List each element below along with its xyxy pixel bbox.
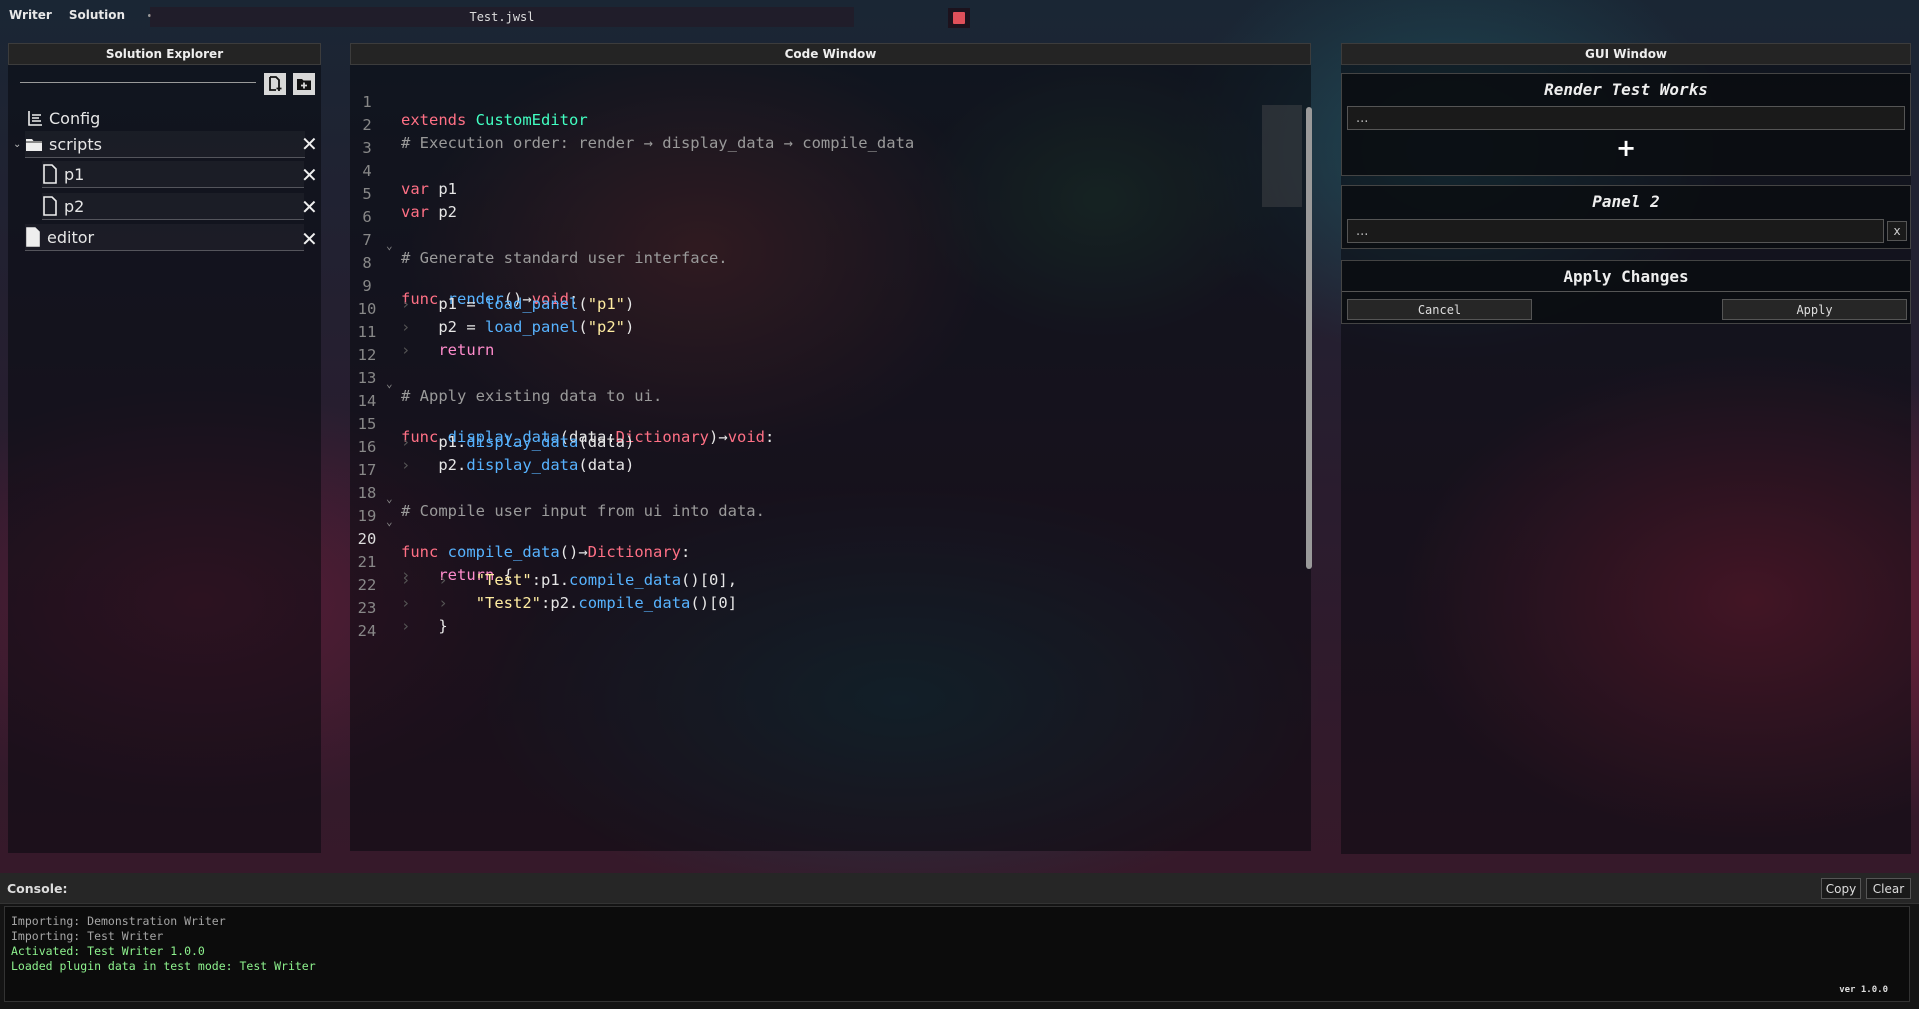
clear-input-button[interactable]: x xyxy=(1887,221,1907,241)
code-line: 21 › › "Test":p1.compile_data()[0], xyxy=(350,535,737,589)
copy-button[interactable]: Copy xyxy=(1821,878,1861,899)
console-panel: Console: Copy Clear Importing: Demonstra… xyxy=(0,873,1919,1009)
panel-title: Panel 2 xyxy=(1592,192,1660,211)
menu-solution[interactable]: Solution xyxy=(69,8,125,22)
explorer-filter-line[interactable] xyxy=(20,82,256,83)
stop-button[interactable] xyxy=(948,8,970,28)
code-line: 13 # Apply existing data to ui. xyxy=(350,351,663,405)
log-line: Loaded plugin data in test mode: Test Wr… xyxy=(11,959,316,973)
new-file-icon xyxy=(269,76,282,91)
tree-item-scripts[interactable]: scripts xyxy=(25,131,305,158)
code-line: 8 ⌄ func render()→void: xyxy=(350,236,578,308)
stop-icon xyxy=(953,12,965,24)
code-line: 24 xyxy=(350,604,406,640)
list-icon xyxy=(28,111,42,126)
solution-explorer-header: Solution Explorer xyxy=(8,43,321,65)
apply-button[interactable]: Apply xyxy=(1722,299,1907,320)
cancel-button[interactable]: Cancel xyxy=(1347,299,1532,320)
fold-chevron-icon[interactable]: ⌄ xyxy=(386,492,393,505)
tree-item-p2[interactable]: p2 xyxy=(42,193,304,220)
code-line: 16 › p2.display_data(data) xyxy=(350,420,635,474)
code-line: 12 xyxy=(350,328,406,364)
file-icon xyxy=(26,227,40,247)
close-icon[interactable]: ✕ xyxy=(301,195,318,219)
fold-chevron-icon[interactable]: ⌄ xyxy=(386,515,393,528)
apply-changes-title: Apply Changes xyxy=(1563,267,1689,286)
chevron-down-icon[interactable]: ⌄ xyxy=(13,139,21,150)
close-icon[interactable]: ✕ xyxy=(301,132,318,156)
code-line: 18 # Compile user input from ui into dat… xyxy=(350,466,765,520)
fold-chevron-icon[interactable]: ⌄ xyxy=(386,239,393,252)
code-line: 9 › p1 = load_panel("p1") xyxy=(350,259,634,313)
menu-writer[interactable]: Writer xyxy=(9,8,52,22)
file-icon xyxy=(43,164,57,184)
solution-explorer: Solution Explorer Config ⌄ scripts ✕ p1 … xyxy=(8,43,321,853)
code-line: 6 xyxy=(350,190,406,226)
gui-panel-2: Panel 2 ... x xyxy=(1341,185,1911,249)
code-line: 19 ⌄ func compile_data()→Dictionary: xyxy=(350,489,691,561)
fold-chevron-icon[interactable]: ⌄ xyxy=(386,377,393,390)
console-output[interactable]: Importing: Demonstration Writer Importin… xyxy=(4,906,1910,1002)
version-label: ver 1.0.0 xyxy=(1839,985,1888,995)
gui-panel-apply: Apply Changes Cancel Apply xyxy=(1341,260,1911,324)
tree-item-editor[interactable]: editor xyxy=(25,224,304,251)
file-title-bar: Test.jwsl xyxy=(150,7,854,27)
panel-title: Render Test Works xyxy=(1544,80,1708,99)
divider xyxy=(1342,291,1910,292)
new-file-button[interactable] xyxy=(264,73,286,95)
tree-item-label: p1 xyxy=(64,164,85,184)
line-number: 24 xyxy=(357,622,377,640)
panel2-input[interactable]: ... xyxy=(1347,219,1884,243)
code-line: 20 ⌄ › return { xyxy=(350,512,513,584)
clear-button[interactable]: Clear xyxy=(1866,878,1911,899)
log-line: Importing: Demonstration Writer xyxy=(11,914,226,928)
code-window: Code Window 1 extends CustomEditor 2 # E… xyxy=(350,43,1312,851)
code-editor[interactable]: 1 extends CustomEditor 2 # Execution ord… xyxy=(350,73,1312,851)
code-window-header: Code Window xyxy=(350,43,1311,65)
code-line: 10 › p2 = load_panel("p2") xyxy=(350,282,635,336)
tree-item-label: scripts xyxy=(49,134,102,154)
add-icon[interactable]: + xyxy=(1616,134,1636,162)
code-line: 4 var p1 xyxy=(350,144,457,198)
code-line: 17 xyxy=(350,443,406,479)
console-title: Console: xyxy=(7,881,68,896)
console-header: Console: Copy Clear xyxy=(0,873,1919,904)
code-line: 23 › } xyxy=(350,581,448,635)
code-line: 3 xyxy=(350,121,406,157)
code-line: 7 # Generate standard user interface. xyxy=(350,213,727,267)
tree-item-config[interactable]: Config xyxy=(27,105,100,131)
gui-window: GUI Window Render Test Works ... + Panel… xyxy=(1341,43,1911,854)
code-minimap[interactable] xyxy=(1262,105,1302,207)
code-line: 2 # Execution order: render → display_da… xyxy=(350,98,914,152)
code-line: 14 ⌄ func display_data(data:Dictionary)→… xyxy=(350,374,775,446)
new-folder-button[interactable] xyxy=(293,73,315,95)
gui-window-header: GUI Window xyxy=(1341,43,1911,65)
panel1-input[interactable]: ... xyxy=(1347,106,1905,130)
code-line: 11 › return xyxy=(350,305,495,359)
close-icon[interactable]: ✕ xyxy=(301,227,318,251)
tree-item-p1[interactable]: p1 xyxy=(42,161,304,188)
tree-item-label: editor xyxy=(47,227,95,247)
code-line: 1 extends CustomEditor xyxy=(350,75,587,129)
code-scrollbar[interactable] xyxy=(1306,107,1312,569)
code-line: 15 › p1.display_data(data) xyxy=(350,397,635,451)
new-folder-icon xyxy=(297,79,311,90)
close-icon[interactable]: ✕ xyxy=(301,163,318,187)
file-icon xyxy=(43,196,57,216)
folder-icon xyxy=(26,139,42,151)
code-line: 5 var p2 xyxy=(350,167,457,221)
log-line: Activated: Test Writer 1.0.0 xyxy=(11,944,205,958)
tree-item-label: Config xyxy=(49,108,101,128)
file-title: Test.jwsl xyxy=(469,10,535,24)
gui-panel-render-test: Render Test Works ... + xyxy=(1341,73,1911,176)
tree-item-label: p2 xyxy=(64,196,85,216)
code-line: 22 › › "Test2":p2.compile_data()[0] xyxy=(350,558,737,612)
log-line: Importing: Test Writer xyxy=(11,929,164,943)
